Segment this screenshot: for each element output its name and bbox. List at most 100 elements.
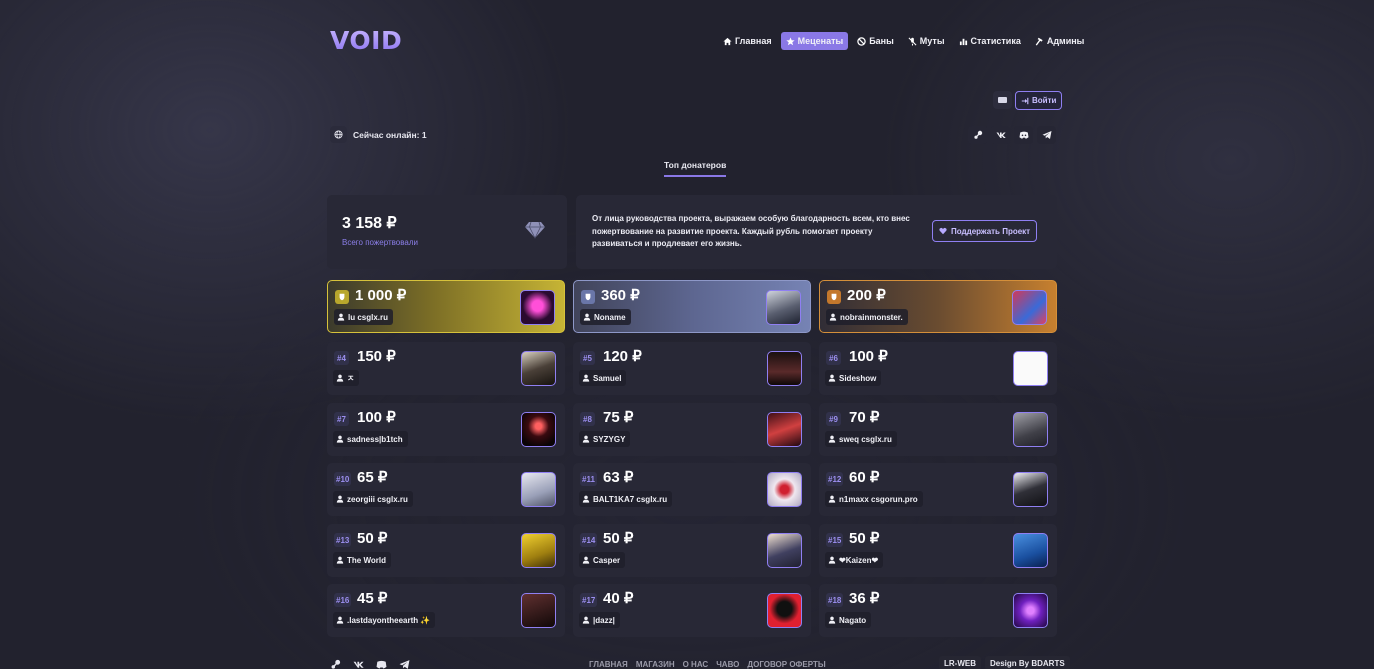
language-button[interactable] bbox=[993, 91, 1012, 109]
telegram-icon[interactable] bbox=[399, 659, 410, 669]
footer-link-offer[interactable]: ДОГОВОР ОФЕРТЫ bbox=[747, 660, 825, 669]
user-icon bbox=[582, 556, 590, 564]
donor-card[interactable]: 200 ₽ nobrainmonster. bbox=[819, 280, 1057, 333]
donor-rank: #15 bbox=[826, 533, 844, 547]
donor-card[interactable]: #16 45 ₽ .lastdayontheearth ✨ bbox=[327, 584, 565, 637]
donor-card[interactable]: #13 50 ₽ The World bbox=[327, 524, 565, 577]
steam-icon[interactable] bbox=[330, 659, 341, 669]
donor-avatar[interactable] bbox=[1013, 533, 1048, 568]
user-icon bbox=[336, 435, 344, 443]
donor-name: lu csglx.ru bbox=[348, 312, 389, 322]
donor-avatar[interactable] bbox=[1013, 351, 1048, 386]
medal-icon bbox=[335, 290, 349, 304]
donor-card[interactable]: #6 100 ₽ Sideshow bbox=[819, 342, 1057, 395]
donor-rank: #13 bbox=[334, 533, 352, 547]
donor-avatar[interactable] bbox=[1012, 290, 1047, 325]
user-icon bbox=[582, 374, 590, 382]
donor-card[interactable]: #14 50 ₽ Casper bbox=[573, 524, 811, 577]
nav-home-label: Главная bbox=[735, 36, 772, 46]
donor-card[interactable]: #9 70 ₽ sweq csglx.ru bbox=[819, 403, 1057, 456]
footer-link-shop[interactable]: МАГАЗИН bbox=[636, 660, 675, 669]
support-project-button[interactable]: Поддержать Проект bbox=[932, 220, 1038, 242]
donor-amount: 200 ₽ bbox=[847, 287, 886, 304]
footer-link-faq[interactable]: ЧАВО bbox=[716, 660, 739, 669]
donor-name: Sideshow bbox=[839, 373, 877, 383]
donor-card[interactable]: #12 60 ₽ n1maxx csgorun.pro bbox=[819, 463, 1057, 516]
nav-admins[interactable]: Админы bbox=[1030, 32, 1090, 50]
nav-stats[interactable]: Статистика bbox=[954, 32, 1026, 50]
donor-avatar[interactable] bbox=[767, 412, 802, 447]
thanks-text: От лица руководства проекта, выражаем ос… bbox=[592, 214, 910, 248]
donor-avatar[interactable] bbox=[1013, 593, 1048, 628]
donor-name-badge: ㅈ bbox=[333, 370, 360, 386]
nav-mutes-label: Муты bbox=[919, 36, 945, 46]
donor-card[interactable]: #5 120 ₽ Samuel bbox=[573, 342, 811, 395]
donor-avatar[interactable] bbox=[767, 351, 802, 386]
donor-amount: 1 000 ₽ bbox=[355, 287, 407, 304]
vk-link[interactable] bbox=[991, 126, 1010, 144]
site-logo[interactable]: VOID bbox=[330, 26, 402, 55]
login-label: Войти bbox=[1032, 96, 1057, 105]
nav-bans[interactable]: Баны bbox=[852, 32, 899, 50]
lr-web-tag[interactable]: LR-WEB bbox=[939, 656, 981, 669]
donor-name: Casper bbox=[593, 555, 621, 565]
user-icon bbox=[582, 616, 590, 624]
user-icon bbox=[336, 616, 344, 624]
donor-avatar[interactable] bbox=[521, 593, 556, 628]
star-icon bbox=[785, 36, 795, 45]
donor-card[interactable]: #4 150 ₽ ㅈ bbox=[327, 342, 565, 395]
donor-rank: #10 bbox=[334, 472, 352, 486]
donor-avatar[interactable] bbox=[766, 290, 801, 325]
donor-avatar[interactable] bbox=[1013, 412, 1048, 447]
donor-name: zeorgiii csglx.ru bbox=[347, 494, 408, 504]
donor-card[interactable]: #11 63 ₽ BALT1KA7 csglx.ru bbox=[573, 463, 811, 516]
nav-home[interactable]: Главная bbox=[718, 32, 777, 50]
donor-avatar[interactable] bbox=[1013, 472, 1048, 507]
steam-link[interactable] bbox=[968, 126, 987, 144]
donor-rank: #14 bbox=[580, 533, 598, 547]
donor-avatar[interactable] bbox=[767, 533, 802, 568]
nav-donors[interactable]: Меценаты bbox=[780, 32, 849, 50]
vk-icon[interactable] bbox=[353, 659, 364, 669]
globe-icon bbox=[330, 126, 347, 143]
telegram-link[interactable] bbox=[1037, 126, 1056, 144]
footer-link-home[interactable]: ГЛАВНАЯ bbox=[589, 660, 628, 669]
main-nav: Главная Меценаты Баны Муты Статистика Ад… bbox=[718, 32, 1089, 50]
medal-icon bbox=[581, 290, 595, 304]
donor-avatar[interactable] bbox=[521, 351, 556, 386]
donor-avatar[interactable] bbox=[521, 472, 556, 507]
donor-amount: 50 ₽ bbox=[357, 530, 388, 547]
login-button[interactable]: Войти bbox=[1015, 91, 1063, 110]
donor-avatar[interactable] bbox=[521, 533, 556, 568]
footer-link-about[interactable]: О НАС bbox=[683, 660, 709, 669]
donor-card[interactable]: 1 000 ₽ lu csglx.ru bbox=[327, 280, 565, 333]
tab-top-donors[interactable]: Топ донатеров bbox=[664, 160, 727, 177]
login-icon bbox=[1021, 97, 1029, 104]
donor-amount: 75 ₽ bbox=[603, 409, 634, 426]
donor-rank: #5 bbox=[580, 351, 595, 365]
donor-avatar[interactable] bbox=[767, 593, 802, 628]
user-icon bbox=[583, 313, 591, 321]
discord-icon[interactable] bbox=[376, 659, 387, 669]
donor-name-badge: Noname bbox=[580, 309, 631, 325]
donor-name-badge: sadness|b1tch bbox=[333, 431, 408, 447]
donor-card[interactable]: #15 50 ₽ ❤Kaizen❤ bbox=[819, 524, 1057, 577]
donor-card[interactable]: #7 100 ₽ sadness|b1tch bbox=[327, 403, 565, 456]
donor-card[interactable]: #18 36 ₽ Nagato bbox=[819, 584, 1057, 637]
discord-link[interactable] bbox=[1014, 126, 1033, 144]
donor-avatar[interactable] bbox=[520, 290, 555, 325]
donor-name-badge: ❤Kaizen❤ bbox=[825, 552, 884, 568]
user-icon bbox=[828, 616, 836, 624]
donor-card[interactable]: #17 40 ₽ |dazz| bbox=[573, 584, 811, 637]
donor-card[interactable]: #8 75 ₽ SYZYGY bbox=[573, 403, 811, 456]
donor-name: sadness|b1tch bbox=[347, 434, 403, 444]
donor-card[interactable]: 360 ₽ Noname bbox=[573, 280, 811, 333]
design-credit-tag[interactable]: Design By BDARTS bbox=[985, 656, 1070, 669]
online-label: Сейчас онлайн: 1 bbox=[353, 129, 427, 140]
nav-mutes[interactable]: Муты bbox=[903, 32, 950, 50]
donor-card[interactable]: #10 65 ₽ zeorgiii csglx.ru bbox=[327, 463, 565, 516]
donor-name-badge: Samuel bbox=[579, 370, 627, 386]
donor-avatar[interactable] bbox=[521, 412, 556, 447]
donor-amount: 60 ₽ bbox=[849, 469, 880, 486]
donor-avatar[interactable] bbox=[767, 472, 802, 507]
